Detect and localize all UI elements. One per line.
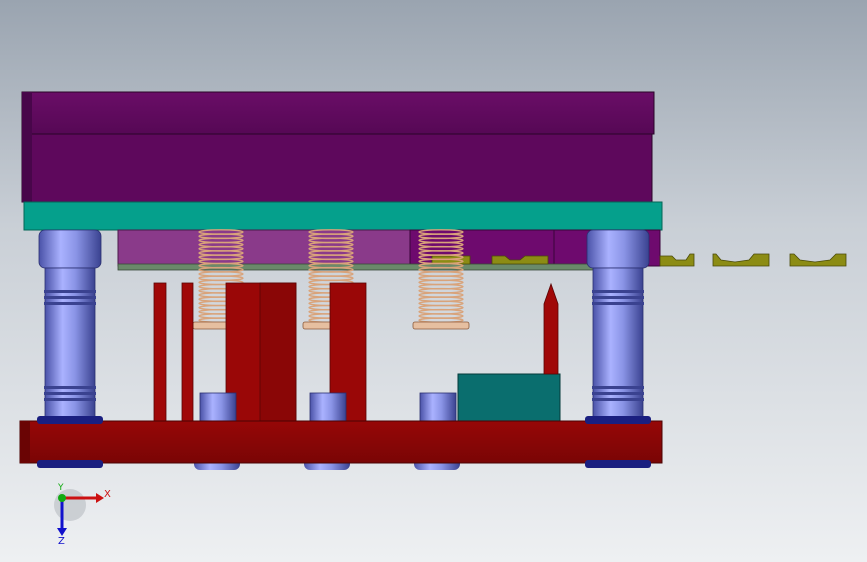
spring-washer xyxy=(412,321,470,330)
strip-part-5[interactable] xyxy=(789,253,847,267)
strip-part-3[interactable] xyxy=(659,253,695,267)
backing-plate[interactable] xyxy=(23,201,663,231)
triad-z-arrow xyxy=(57,528,67,536)
axis-triad: X Y Z xyxy=(54,483,111,547)
top-plate-side xyxy=(22,92,32,202)
pilot-punch-2[interactable] xyxy=(181,282,194,422)
upper-die-plate[interactable] xyxy=(21,133,653,203)
stripper-bottom-strip xyxy=(117,263,599,271)
triad-z-label: Z xyxy=(58,536,65,547)
triad-y-label: Y xyxy=(57,483,64,493)
triad-origin-shadow xyxy=(54,489,86,521)
triad-x-label: X xyxy=(104,489,111,500)
pilot-punch-1[interactable] xyxy=(153,282,167,422)
die-base-plate[interactable] xyxy=(19,420,663,464)
triad-y-axis xyxy=(58,494,66,502)
locating-block[interactable] xyxy=(457,373,561,422)
stripper-plate[interactable] xyxy=(117,229,411,267)
stop-pin-3[interactable] xyxy=(419,392,457,422)
stop-pin-1[interactable] xyxy=(199,392,237,422)
triad-x-arrow xyxy=(96,493,104,503)
pointed-pilot-pin[interactable] xyxy=(543,282,559,375)
lower-die-set[interactable] xyxy=(19,282,663,470)
stop-pin-2[interactable] xyxy=(309,392,347,422)
strip-part-4[interactable] xyxy=(712,253,770,267)
cad-viewport[interactable]: X Y Z xyxy=(0,0,867,562)
punch-block-1-inner xyxy=(259,282,297,422)
die-base-plate-side xyxy=(20,421,30,463)
top-plate[interactable] xyxy=(21,91,655,135)
